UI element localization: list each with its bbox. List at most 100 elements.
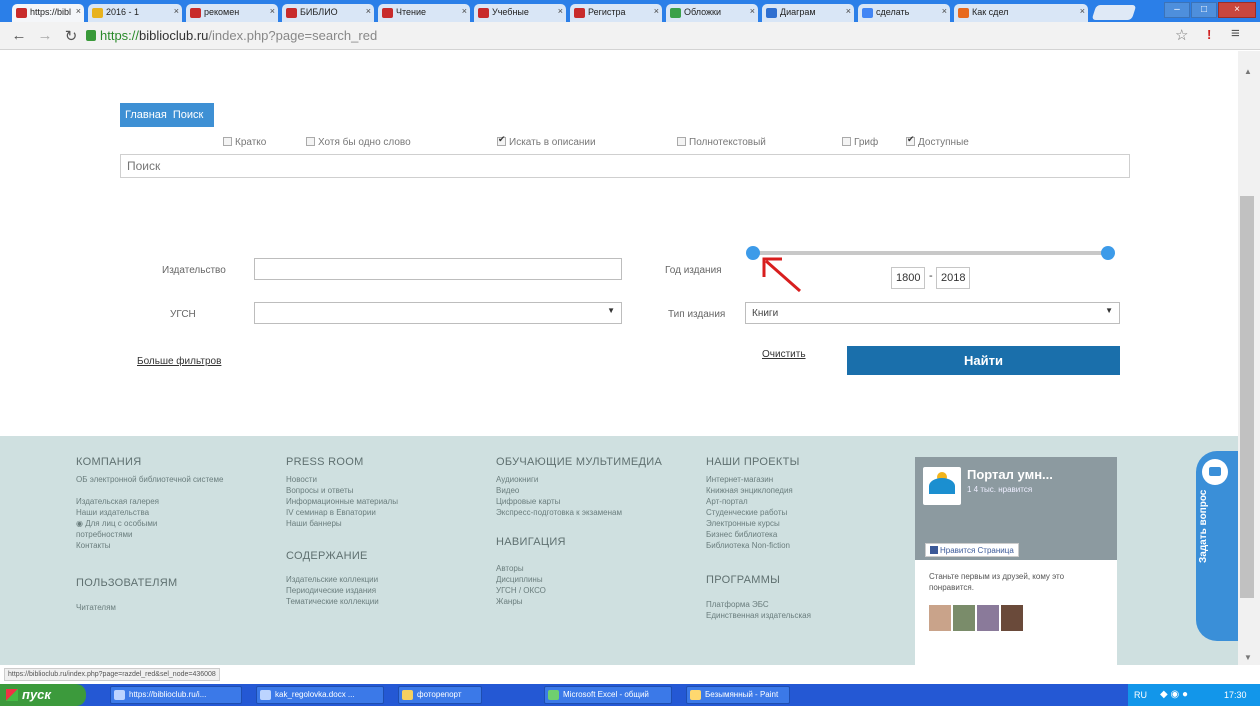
footer-link[interactable]: Издательские коллекции (286, 574, 486, 585)
footer-link[interactable]: Контакты (76, 540, 276, 551)
footer-link[interactable]: Библиотека Non-fiction (706, 540, 906, 551)
tab-close-icon[interactable]: × (942, 6, 947, 16)
tray-icons[interactable]: ◆ ◉ ● (1160, 684, 1188, 706)
browser-tab[interactable]: Регистра × (570, 4, 662, 22)
tab-main[interactable]: Главная (125, 109, 167, 121)
language-indicator[interactable]: RU (1134, 684, 1147, 706)
taskbar-item[interactable]: Microsoft Excel - общий (544, 686, 672, 704)
footer-link[interactable]: Издательская галерея (76, 496, 276, 507)
footer-link[interactable]: Информационные материалы (286, 496, 486, 507)
footer-link[interactable]: Вопросы и ответы (286, 485, 486, 496)
checkbox-icon[interactable] (677, 137, 686, 146)
tab-close-icon[interactable]: × (270, 6, 275, 16)
maximize-button[interactable]: □ (1191, 2, 1217, 18)
checkbox-icon[interactable] (223, 137, 232, 146)
reload-icon[interactable]: ↻ (62, 27, 80, 45)
friend-avatar[interactable] (977, 605, 999, 631)
scroll-down-icon[interactable]: ▼ (1244, 653, 1252, 662)
tab-close-icon[interactable]: × (654, 6, 659, 16)
year-to-input[interactable]: 2018 (936, 267, 971, 289)
tab-close-icon[interactable]: × (366, 6, 371, 16)
footer-link[interactable]: Жанры (496, 596, 696, 607)
footer-link[interactable]: Дисциплины (496, 574, 696, 585)
facebook-like-button[interactable]: Нравится Страница (925, 543, 1019, 557)
checkbox-checked-icon[interactable] (906, 134, 915, 146)
back-arrow-icon[interactable]: ← (10, 27, 28, 44)
checkbox-icon[interactable] (306, 137, 315, 146)
browser-tab[interactable]: Как сдел × (954, 4, 1088, 22)
year-slider-min-handle[interactable] (746, 246, 760, 260)
footer-link[interactable]: Бизнес библиотека (706, 529, 906, 540)
tab-close-icon[interactable]: × (174, 6, 179, 16)
footer-link[interactable]: Электронные курсы (706, 518, 906, 529)
footer-link[interactable]: Периодические издания (286, 585, 486, 596)
footer-link[interactable]: ◉ Для лиц с особыми потребностями (76, 518, 206, 540)
ask-question-tab[interactable]: Задать вопрос (1196, 451, 1238, 641)
browser-tab[interactable]: сделать × (858, 4, 950, 22)
more-filters-link[interactable]: Больше фильтров (137, 356, 221, 367)
forward-arrow-icon[interactable]: → (36, 27, 54, 44)
menu-icon[interactable]: ≡ (1231, 25, 1240, 42)
footer-link[interactable]: Авторы (496, 563, 696, 574)
close-window-button[interactable]: × (1218, 2, 1256, 18)
footer-link[interactable]: Наши баннеры (286, 518, 486, 529)
option-search-description[interactable]: Искать в описании (497, 134, 596, 148)
footer-link[interactable]: Тематические коллекции (286, 596, 486, 607)
new-tab-button[interactable] (1091, 5, 1137, 20)
facebook-page-name[interactable]: Портал умн... (967, 467, 1053, 482)
taskbar-item[interactable]: фоторепорт (398, 686, 482, 704)
footer-link[interactable]: Интернет-магазин (706, 474, 906, 485)
scrollbar-thumb[interactable] (1240, 196, 1254, 598)
tab-close-icon[interactable]: × (750, 6, 755, 16)
search-input[interactable] (120, 154, 1130, 178)
footer-link[interactable]: Студенческие работы (706, 507, 906, 518)
year-slider-max-handle[interactable] (1101, 246, 1115, 260)
option-grif[interactable]: Гриф (842, 137, 878, 148)
taskbar-item[interactable]: kak_regolovka.docx ... (256, 686, 384, 704)
year-from-input[interactable]: 1800 (891, 267, 926, 289)
footer-link[interactable]: Цифровые карты (496, 496, 696, 507)
browser-tab[interactable]: рекомен × (186, 4, 278, 22)
start-button[interactable]: пуск (0, 684, 86, 706)
clock[interactable]: 17:30 (1224, 684, 1247, 706)
address-bar[interactable]: https://biblioclub.ru/index.php?page=sea… (86, 26, 1164, 46)
footer-link[interactable]: Читателям (76, 602, 276, 613)
minimize-button[interactable]: – (1164, 2, 1190, 18)
footer-link[interactable]: Видео (496, 485, 696, 496)
option-available[interactable]: Доступные (906, 134, 969, 148)
footer-link[interactable]: IV семинар в Евпатории (286, 507, 486, 518)
footer-link[interactable]: Единственная издательская (706, 610, 906, 621)
browser-tab[interactable]: Обложки × (666, 4, 758, 22)
footer-link[interactable]: Аудиокниги (496, 474, 696, 485)
option-fulltext[interactable]: Полнотекстовый (677, 137, 766, 148)
checkbox-checked-icon[interactable] (497, 134, 506, 146)
option-brief[interactable]: Кратко (223, 137, 266, 148)
extension-icon[interactable]: ! (1207, 27, 1211, 42)
footer-link[interactable]: УГСН / ОКСО (496, 585, 696, 596)
tab-close-icon[interactable]: × (558, 6, 563, 16)
browser-tab-active[interactable]: https://bibl × (12, 4, 84, 22)
browser-tab[interactable]: Чтение × (378, 4, 470, 22)
browser-tab[interactable]: БИБЛИО × (282, 4, 374, 22)
tab-close-icon[interactable]: × (846, 6, 851, 16)
footer-link[interactable]: Книжная энциклопедия (706, 485, 906, 496)
udc-select[interactable]: ▼ (254, 302, 622, 324)
footer-link[interactable]: Экспресс-подготовка к экзаменам (496, 507, 696, 518)
bookmark-star-icon[interactable]: ☆ (1175, 26, 1188, 44)
browser-tab[interactable]: 2016 - 1 × (88, 4, 182, 22)
publisher-input[interactable] (254, 258, 622, 280)
find-button[interactable]: Найти (847, 346, 1120, 375)
taskbar-item[interactable]: Безымянный - Paint (686, 686, 790, 704)
option-any-word[interactable]: Хотя бы одно слово (306, 137, 411, 148)
checkbox-icon[interactable] (842, 137, 851, 146)
footer-link[interactable]: Новости (286, 474, 486, 485)
tab-close-icon[interactable]: × (1080, 6, 1085, 16)
browser-tab[interactable]: Диаграм × (762, 4, 854, 22)
taskbar-item[interactable]: https://biblioclub.ru/i... (110, 686, 242, 704)
tab-search[interactable]: Поиск (173, 109, 203, 121)
friend-avatar[interactable] (929, 605, 951, 631)
friend-avatar[interactable] (1001, 605, 1023, 631)
browser-tab[interactable]: Учебные × (474, 4, 566, 22)
scroll-up-icon[interactable]: ▲ (1244, 67, 1252, 76)
footer-link[interactable]: Наши издательства (76, 507, 276, 518)
